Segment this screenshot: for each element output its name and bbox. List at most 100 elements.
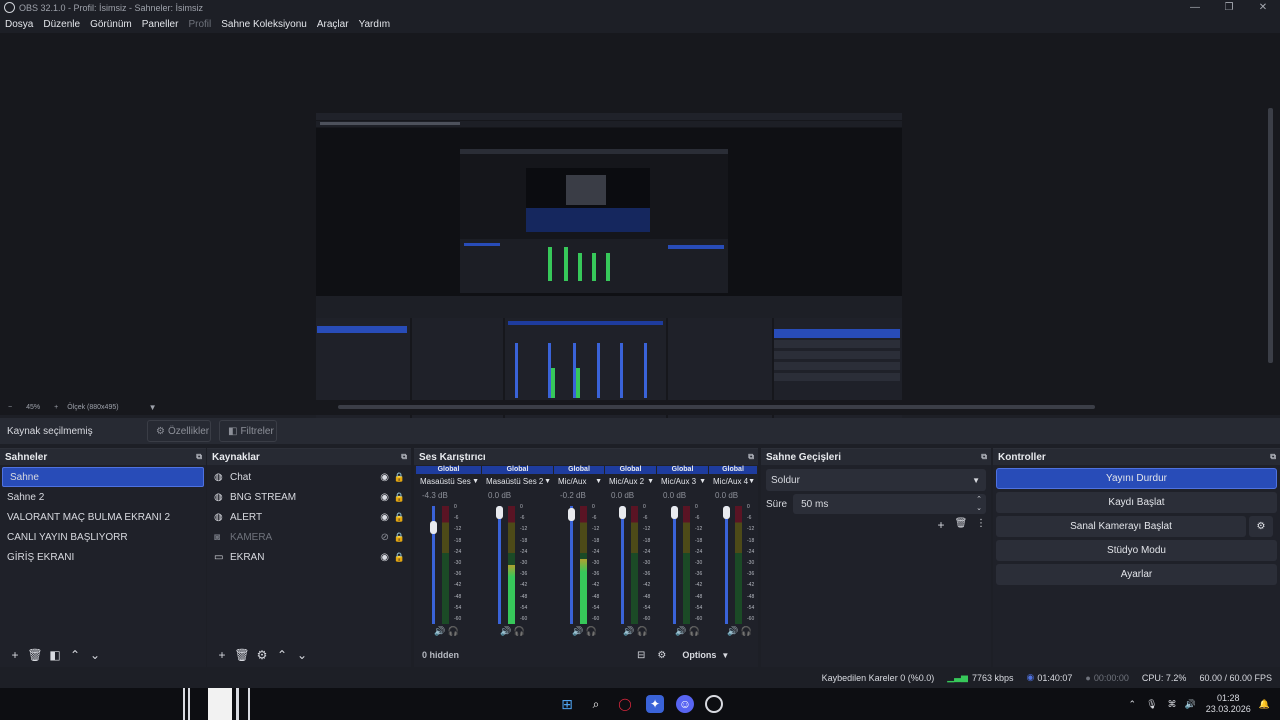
source-item[interactable]: ◙ KAMERA ⊘ 🔒 bbox=[207, 527, 411, 547]
speaker-icon[interactable]: 🔊 bbox=[727, 626, 738, 636]
headphones-icon[interactable]: 🎧 bbox=[738, 626, 752, 636]
volume-fader[interactable] bbox=[570, 506, 573, 624]
speaker-icon[interactable]: 🔊 bbox=[500, 626, 511, 636]
zoom-scale-dropdown-icon[interactable]: ▼ bbox=[149, 403, 157, 412]
add-scene-icon[interactable]: + bbox=[5, 648, 25, 662]
clock[interactable]: 01:28 23.03.2026 bbox=[1206, 693, 1251, 715]
scene-item[interactable]: GİRİŞ EKRANI bbox=[0, 547, 206, 567]
spinner-icon[interactable]: ⌃ ⌄ bbox=[976, 495, 982, 513]
fader-handle[interactable] bbox=[568, 508, 575, 522]
move-up-icon[interactable]: ⌃ bbox=[272, 648, 292, 662]
filters-button[interactable]: ◧ Filtreler bbox=[219, 420, 277, 442]
scene-filters-icon[interactable]: ◧ bbox=[45, 648, 65, 662]
remove-source-icon[interactable]: 🗑 bbox=[232, 648, 252, 662]
scene-item[interactable]: CANLI YAYIN BAŞLIYORR bbox=[0, 527, 206, 547]
menu-docks[interactable]: Paneller bbox=[142, 19, 179, 30]
volume-fader[interactable] bbox=[673, 506, 676, 624]
undock-icon[interactable]: ⧉ bbox=[981, 452, 987, 462]
eye-icon[interactable]: ◉ bbox=[380, 552, 389, 563]
move-down-icon[interactable]: ⌄ bbox=[292, 648, 312, 662]
minimize-icon[interactable]: — bbox=[1178, 0, 1212, 15]
virtual-camera-settings-button[interactable]: ⚙ bbox=[1249, 516, 1273, 537]
chevron-down-icon[interactable]: ▼ bbox=[595, 478, 602, 485]
add-transition-icon[interactable]: + bbox=[931, 518, 951, 532]
source-item[interactable]: ◍ ALERT ◉ 🔒 bbox=[207, 507, 411, 527]
menu-profile[interactable]: Profil bbox=[188, 19, 211, 30]
scene-item[interactable]: VALORANT MAÇ BULMA EKRANI 2 bbox=[0, 507, 206, 527]
start-virtual-camera-button[interactable]: Sanal Kamerayı Başlat bbox=[996, 516, 1246, 537]
channel-name[interactable]: Masaüstü Ses ▼ bbox=[416, 474, 481, 488]
eye-icon[interactable]: ◉ bbox=[380, 492, 389, 503]
headphones-icon[interactable]: 🎧 bbox=[634, 626, 648, 636]
menu-scene-collection[interactable]: Sahne Koleksiyonu bbox=[221, 19, 307, 30]
fader-handle[interactable] bbox=[671, 506, 678, 519]
tray-chevron-icon[interactable]: ⌃ bbox=[1129, 699, 1137, 710]
chevron-down-icon[interactable]: ▼ bbox=[647, 478, 654, 485]
volume-fader[interactable] bbox=[498, 506, 501, 624]
close-icon[interactable]: ✕ bbox=[1246, 0, 1280, 15]
fader-handle[interactable] bbox=[430, 521, 437, 535]
advanced-audio-icon[interactable]: ⚙ bbox=[657, 650, 666, 661]
speaker-icon[interactable]: 🔊 bbox=[675, 626, 686, 636]
undock-icon[interactable]: ⧉ bbox=[401, 452, 407, 462]
speaker-icon[interactable]: 🔊 bbox=[434, 626, 445, 636]
chevron-down-icon[interactable]: ▼ bbox=[748, 478, 755, 485]
channel-name[interactable]: Mic/Aux 2 ▼ bbox=[605, 474, 656, 488]
undock-icon[interactable]: ⧉ bbox=[748, 452, 754, 462]
eye-icon[interactable]: ◉ bbox=[380, 472, 389, 483]
channel-name[interactable]: Masaüstü Ses 2 ▼ bbox=[482, 474, 553, 488]
channel-name[interactable]: Mic/Aux ▼ bbox=[554, 474, 604, 488]
zoom-scale-label[interactable]: Ölçek (880x495) bbox=[67, 404, 118, 411]
channel-name[interactable]: Mic/Aux 3 ▼ bbox=[657, 474, 708, 488]
lock-icon[interactable]: 🔒 bbox=[394, 552, 405, 563]
duration-input[interactable]: 50 ms ⌃ ⌄ bbox=[793, 494, 986, 514]
volume-fader[interactable] bbox=[621, 506, 624, 624]
menu-help[interactable]: Yardım bbox=[359, 19, 391, 30]
options-button[interactable]: Options bbox=[682, 650, 716, 660]
lock-icon[interactable]: 🔒 bbox=[394, 512, 405, 523]
transition-select[interactable]: Soldur ▼ bbox=[766, 469, 986, 491]
fader-handle[interactable] bbox=[723, 506, 730, 519]
lock-icon[interactable]: 🔒 bbox=[394, 472, 405, 483]
channel-name[interactable]: Mic/Aux 4 ▼ bbox=[709, 474, 757, 488]
menu-view[interactable]: Görünüm bbox=[90, 19, 132, 30]
chevron-down-icon[interactable]: ▼ bbox=[544, 478, 551, 485]
headphones-icon[interactable]: 🎧 bbox=[511, 626, 525, 636]
zoom-in-button[interactable]: + bbox=[54, 404, 58, 411]
move-up-icon[interactable]: ⌃ bbox=[65, 648, 85, 662]
scene-item[interactable]: Sahne 2 bbox=[0, 487, 206, 507]
preview-vertical-scrollbar[interactable] bbox=[1268, 108, 1273, 363]
fader-handle[interactable] bbox=[619, 506, 626, 519]
source-item[interactable]: ◍ Chat ◉ 🔒 bbox=[207, 467, 411, 487]
menu-edit[interactable]: Düzenle bbox=[43, 19, 80, 30]
eye-hidden-icon[interactable]: ⊘ bbox=[381, 532, 389, 543]
maximize-icon[interactable]: ❐ bbox=[1212, 0, 1246, 15]
remove-scene-icon[interactable]: 🗑 bbox=[25, 648, 45, 662]
microphone-icon[interactable]: 🎙 bbox=[1146, 699, 1157, 710]
network-icon[interactable]: ⌘ bbox=[1168, 699, 1177, 710]
scene-item[interactable]: Sahne bbox=[2, 467, 204, 487]
headphones-icon[interactable]: 🎧 bbox=[686, 626, 700, 636]
settings-button[interactable]: Ayarlar bbox=[996, 564, 1277, 585]
chevron-down-icon[interactable]: ▼ bbox=[721, 651, 729, 660]
menu-file[interactable]: Dosya bbox=[5, 19, 33, 30]
studio-mode-button[interactable]: Stüdyo Modu bbox=[996, 540, 1277, 561]
remove-transition-icon[interactable]: 🗑 bbox=[951, 518, 971, 532]
obs-taskbar-icon[interactable] bbox=[705, 695, 723, 713]
layout-icon[interactable]: ⊟ bbox=[637, 650, 645, 661]
fader-handle[interactable] bbox=[496, 506, 503, 519]
stop-streaming-button[interactable]: Yayını Durdur bbox=[996, 468, 1277, 489]
notification-icon[interactable]: 🔔 bbox=[1259, 699, 1270, 710]
volume-icon[interactable]: 🔊 bbox=[1185, 699, 1196, 710]
headphones-icon[interactable]: 🎧 bbox=[445, 626, 459, 636]
headphones-icon[interactable]: 🎧 bbox=[583, 626, 597, 636]
zoom-out-button[interactable]: − bbox=[8, 404, 12, 411]
undock-icon[interactable]: ⧉ bbox=[196, 452, 202, 462]
app-icon[interactable]: ✦ bbox=[646, 695, 664, 713]
eye-icon[interactable]: ◉ bbox=[380, 512, 389, 523]
source-item[interactable]: ◍ BNG STREAM ◉ 🔒 bbox=[207, 487, 411, 507]
lock-icon[interactable]: 🔒 bbox=[394, 492, 405, 503]
chevron-down-icon[interactable]: ▼ bbox=[699, 478, 706, 485]
source-properties-icon[interactable]: ⚙ bbox=[252, 648, 272, 662]
speaker-icon[interactable]: 🔊 bbox=[572, 626, 583, 636]
